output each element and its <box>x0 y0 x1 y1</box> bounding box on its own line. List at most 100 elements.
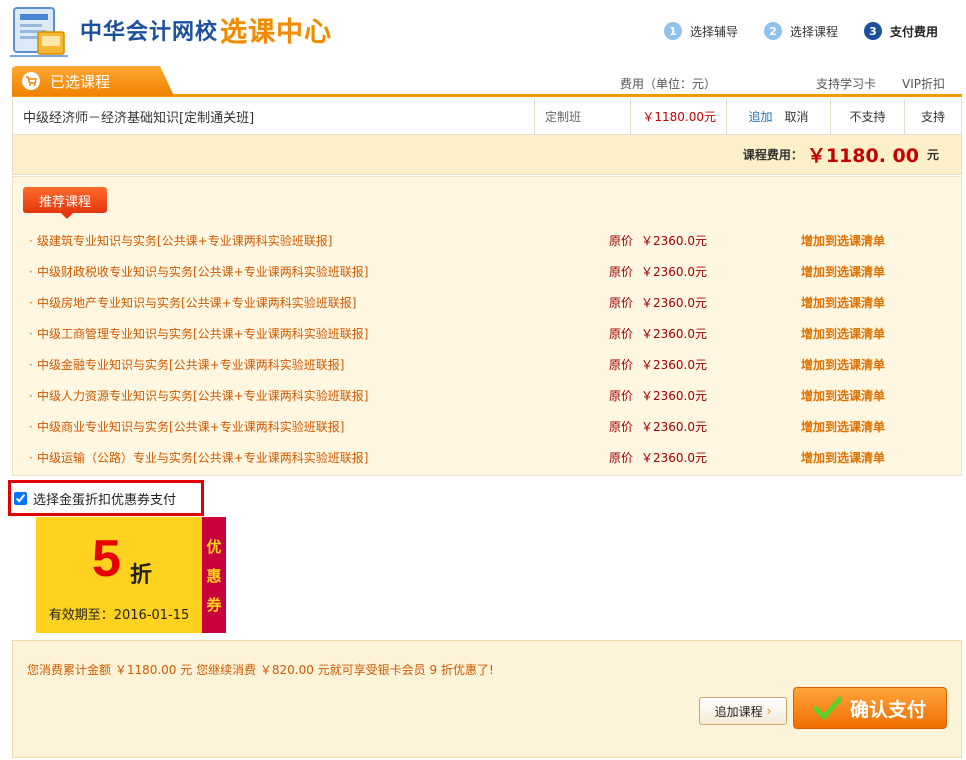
step-label: 选择课程 <box>789 24 838 39</box>
fee-unit: 元 <box>926 148 939 162</box>
header: 中华会计网校 选课中心 1 选择辅导 2 选择课程 3 支付费用 <box>0 0 966 62</box>
add-more-link[interactable]: 追加 <box>748 108 772 125</box>
payment-footer: 您消费累计金额 ￥1180.00 元 您继续消费 ￥820.00 元就可享受银卡… <box>12 640 962 758</box>
step-pay-fee: 3 支付费用 <box>863 22 938 40</box>
add-to-list-link[interactable]: 增加到选课清单 <box>801 356 885 373</box>
add-to-list-link[interactable]: 增加到选课清单 <box>801 325 885 342</box>
course-type: 定制班 <box>535 99 631 134</box>
cancel-link[interactable]: 取消 <box>785 108 809 125</box>
recommend-course-name[interactable]: 中级财政税收专业知识与实务[公共课+专业课两科实验班联报] <box>37 263 617 280</box>
column-header-card: 支持学习卡 <box>816 77 877 91</box>
original-price-label: 原价 <box>609 327 634 341</box>
coupon-checkbox-row[interactable]: 选择金蛋折扣优惠券支付 <box>8 480 204 516</box>
bullet-icon: · <box>29 450 33 465</box>
original-price-label: 原价 <box>609 358 634 372</box>
step-select-tutoring: 1 选择辅导 <box>663 22 738 40</box>
list-item: · 中级商业专业知识与实务[公共课+专业课两科实验班联报] 原价 ￥2360.0… <box>29 411 949 442</box>
add-to-list-link[interactable]: 增加到选课清单 <box>801 418 885 435</box>
add-to-list-link[interactable]: 增加到选课清单 <box>801 449 885 466</box>
original-price: ￥2360.0元 <box>641 420 707 434</box>
recommend-course-name[interactable]: 中级金融专业知识与实务[公共课+专业课两科实验班联报] <box>37 356 617 373</box>
add-course-button[interactable]: 追加课程 › <box>699 697 787 725</box>
fee-label: 课程费用： <box>742 148 803 162</box>
course-card-support: 不支持 <box>831 99 905 134</box>
course-fee-total: 课程费用： ￥1180. 00 元 <box>12 135 962 175</box>
original-price: ￥2360.0元 <box>641 296 707 310</box>
add-course-label: 追加课程 <box>714 704 763 719</box>
course-name: 中级经济师－经济基础知识[定制通关班] <box>13 99 535 134</box>
discount-coupon[interactable]: 5 折 有效期至：2016-01-15 优 惠 券 <box>36 517 226 633</box>
list-item: · 中级人力资源专业知识与实务[公共课+专业课两科实验班联报] 原价 ￥2360… <box>29 380 949 411</box>
coupon-side-label: 优 惠 券 <box>202 517 226 633</box>
step-number: 3 <box>863 22 882 40</box>
coupon-side-char: 惠 <box>206 566 222 585</box>
original-price: ￥2360.0元 <box>641 327 707 341</box>
course-vip-support: 支持 <box>920 110 945 124</box>
recommend-course-name[interactable]: 中级房地产专业知识与实务[公共课+专业课两科实验班联报] <box>37 294 617 311</box>
step-select-course: 2 选择课程 <box>763 22 838 40</box>
original-price: ￥2360.0元 <box>641 234 707 248</box>
step-indicator: 1 选择辅导 2 选择课程 3 支付费用 <box>663 22 938 40</box>
list-item: · 中级金融专业知识与实务[公共课+专业课两科实验班联报] 原价 ￥2360.0… <box>29 349 949 380</box>
original-price: ￥2360.0元 <box>641 265 707 279</box>
list-item: · 级建筑专业知识与实务[公共课+专业课两科实验班联报] 原价 ￥2360.0元… <box>29 225 949 256</box>
bullet-icon: · <box>29 388 33 403</box>
list-item: · 中级房地产专业知识与实务[公共课+专业课两科实验班联报] 原价 ￥2360.… <box>29 287 949 318</box>
tab-selected-courses[interactable]: 已选课程 <box>12 66 174 96</box>
bullet-icon: · <box>29 295 33 310</box>
original-price: ￥2360.0元 <box>641 358 707 372</box>
add-to-list-link[interactable]: 增加到选课清单 <box>801 294 885 311</box>
original-price-label: 原价 <box>609 389 634 403</box>
original-price-label: 原价 <box>609 234 634 248</box>
recommended-courses: 推荐课程 · 级建筑专业知识与实务[公共课+专业课两科实验班联报] 原价 ￥23… <box>12 176 962 476</box>
chevron-right-icon: › <box>766 704 772 718</box>
original-price: ￥2360.0元 <box>641 451 707 465</box>
bullet-icon: · <box>29 264 33 279</box>
coupon-side-char: 优 <box>206 537 222 556</box>
add-to-list-link[interactable]: 增加到选课清单 <box>801 232 885 249</box>
bullet-icon: · <box>29 357 33 372</box>
original-price-label: 原价 <box>609 296 634 310</box>
fee-value: ￥1180. 00 <box>806 145 919 167</box>
consumption-summary: 您消费累计金额 ￥1180.00 元 您继续消费 ￥820.00 元就可享受银卡… <box>27 663 494 677</box>
recommend-course-name[interactable]: 级建筑专业知识与实务[公共课+专业课两科实验班联报] <box>37 232 617 249</box>
original-price: ￥2360.0元 <box>641 389 707 403</box>
confirm-pay-button[interactable]: 确认支付 <box>793 687 947 729</box>
coupon-checkbox[interactable] <box>14 491 27 505</box>
cart-icon <box>22 72 40 90</box>
selected-course-row: 中级经济师－经济基础知识[定制通关班] 定制班 ￥1180.00元 追加 取消 … <box>12 99 962 135</box>
list-item: · 中级运输（公路）专业与实务[公共课+专业课两科实验班联报] 原价 ￥2360… <box>29 442 949 473</box>
tab-bar: 已选课程 费用（单位：元） 支持学习卡 VIP折扣 <box>12 66 962 97</box>
confirm-pay-label: 确认支付 <box>849 698 926 721</box>
bullet-icon: · <box>29 419 33 434</box>
coupon-discount-number: 5 <box>92 530 121 588</box>
recommend-course-name[interactable]: 中级人力资源专业知识与实务[公共课+专业课两科实验班联报] <box>37 387 617 404</box>
course-price: ￥1180.00元 <box>631 99 727 134</box>
add-to-list-link[interactable]: 增加到选课清单 <box>801 263 885 280</box>
coupon-side-char: 券 <box>206 595 222 614</box>
recommend-course-name[interactable]: 中级工商管理专业知识与实务[公共课+专业课两科实验班联报] <box>37 325 617 342</box>
logo-icon <box>10 7 68 57</box>
course-actions: 追加 取消 <box>727 99 831 134</box>
check-icon <box>813 696 842 720</box>
step-label: 支付费用 <box>889 24 938 39</box>
recommend-course-name[interactable]: 中级运输（公路）专业与实务[公共课+专业课两科实验班联报] <box>37 449 617 466</box>
recommend-list: · 级建筑专业知识与实务[公共课+专业课两科实验班联报] 原价 ￥2360.0元… <box>29 225 949 473</box>
add-to-list-link[interactable]: 增加到选课清单 <box>801 387 885 404</box>
original-price-label: 原价 <box>609 265 634 279</box>
logo-text: 中华会计网校 <box>80 20 219 45</box>
bullet-icon: · <box>29 233 33 248</box>
original-price-label: 原价 <box>609 451 634 465</box>
recommend-course-name[interactable]: 中级商业专业知识与实务[公共课+专业课两科实验班联报] <box>37 418 617 435</box>
coupon-expire-date: 有效期至：2016-01-15 <box>48 608 190 623</box>
step-number: 1 <box>663 22 682 40</box>
list-item: · 中级财政税收专业知识与实务[公共课+专业课两科实验班联报] 原价 ￥2360… <box>29 256 949 287</box>
coupon-discount-unit: 折 <box>130 563 153 588</box>
step-number: 2 <box>763 22 782 40</box>
column-header-vip: VIP折扣 <box>902 77 945 91</box>
coupon-checkbox-label: 选择金蛋折扣优惠券支付 <box>33 492 177 508</box>
bullet-icon: · <box>29 326 33 341</box>
step-label: 选择辅导 <box>689 24 738 39</box>
tab-label: 已选课程 <box>50 72 111 91</box>
coupon-body: 5 折 有效期至：2016-01-15 <box>36 517 202 633</box>
